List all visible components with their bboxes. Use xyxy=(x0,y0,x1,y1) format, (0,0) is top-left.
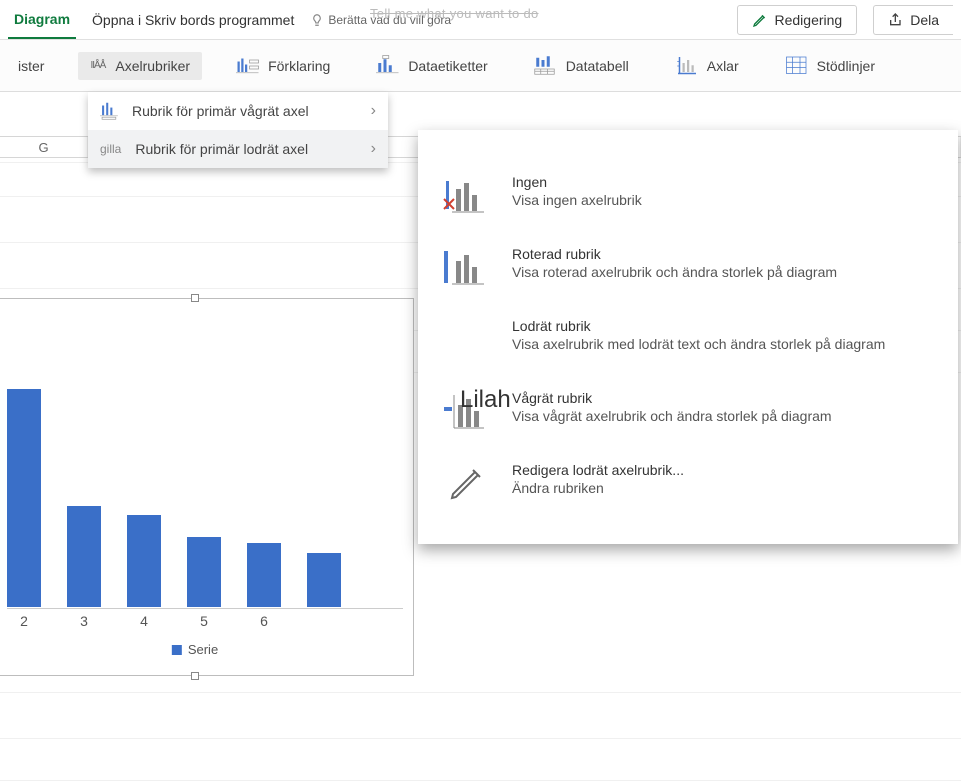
dropdown-primary-vertical[interactable]: gilla Rubrik för primär lodrät axel › xyxy=(88,130,388,168)
axes-label: Axlar xyxy=(707,58,739,74)
open-in-desktop-button[interactable]: Öppna i Skriv bords programmet xyxy=(92,12,294,28)
chart-bar xyxy=(187,537,221,607)
pencil-icon xyxy=(752,12,768,28)
chart-bar xyxy=(307,553,341,607)
submenu-horizontal-title: Vågrät rubrik xyxy=(512,390,832,406)
editing-label: Redigering xyxy=(774,12,842,28)
ribbon-data-table-button[interactable]: Datatabell xyxy=(522,49,641,83)
submenu-none-title: Ingen xyxy=(512,174,642,190)
chart-bar xyxy=(67,506,101,607)
editing-mode-button[interactable]: Redigering xyxy=(737,5,857,35)
x-axis-label: 5 xyxy=(187,613,221,629)
submenu-edit-title-label: Redigera lodrät axelrubrik... xyxy=(512,462,684,478)
chart-bar xyxy=(127,515,161,607)
x-axis-line xyxy=(7,608,403,609)
submenu-vertical[interactable]: Lodrät rubrik Visa axelrubrik med lodrät… xyxy=(436,304,940,376)
axes-icon xyxy=(675,55,699,77)
data-table-icon xyxy=(534,55,558,77)
chart-object[interactable]: 2 3 4 5 6 Serie xyxy=(0,298,414,676)
x-axis-label: 4 xyxy=(127,613,161,629)
ribbon-legend-button[interactable]: Förklaring xyxy=(224,49,342,83)
chevron-right-icon: › xyxy=(371,140,376,158)
legend-swatch xyxy=(172,645,182,655)
x-axis-label: 3 xyxy=(67,613,101,629)
submenu-rotated-title: Roterad rubrik xyxy=(512,246,837,262)
gridlines-icon xyxy=(785,55,809,77)
resize-handle-top[interactable] xyxy=(191,294,199,302)
floating-name-text: Lilah xyxy=(460,386,511,414)
ribbon-data-labels-button[interactable]: Dataetiketter xyxy=(364,49,499,83)
legend-label: Förklaring xyxy=(268,58,330,74)
submenu-edit-title[interactable]: Redigera lodrät axelrubrik... Ändra rubr… xyxy=(436,448,940,520)
pencil-icon xyxy=(446,464,486,504)
data-labels-icon xyxy=(376,55,400,77)
keytip: IIÅÅ xyxy=(90,60,105,71)
share-icon xyxy=(888,12,904,28)
chart-bar xyxy=(7,389,41,607)
horizontal-axis-title-icon xyxy=(100,101,122,121)
chart-legend: Serie xyxy=(172,642,218,657)
share-label: Dela xyxy=(910,12,939,28)
data-table-label: Datatabell xyxy=(566,58,629,74)
phantom-text: Tell me what you want to do xyxy=(370,6,539,21)
x-axis-label: 6 xyxy=(247,613,281,629)
ribbon-axes-button[interactable]: Axlar xyxy=(663,49,751,83)
ribbon-axis-titles-button[interactable]: IIÅÅ Axelrubriker xyxy=(78,52,202,80)
axis-titles-label: Axelrubriker xyxy=(115,58,190,74)
share-button[interactable]: Dela xyxy=(873,5,953,35)
gridlines-label: Stödlinjer xyxy=(817,58,875,74)
legend-icon xyxy=(236,55,260,77)
rotated-title-icon xyxy=(442,247,490,289)
keytip: gilla xyxy=(100,142,121,156)
submenu-none[interactable]: Ingen Visa ingen axelrubrik xyxy=(436,160,940,232)
submenu-edit-desc: Ändra rubriken xyxy=(512,480,684,496)
bulb-icon xyxy=(310,13,324,27)
col-header-g[interactable]: G xyxy=(0,137,88,157)
open-in-desktop-label: Öppna i Skriv bords programmet xyxy=(92,12,294,28)
dropdown-primary-vertical-label: Rubrik för primär lodrät axel xyxy=(135,141,308,157)
submenu-horizontal-desc: Visa vågrät axelrubrik och ändra storlek… xyxy=(512,408,832,424)
dropdown-primary-horizontal-label: Rubrik för primär vågrät axel xyxy=(132,103,309,119)
legend-label: Serie xyxy=(188,642,218,657)
x-axis-label: 2 xyxy=(7,613,41,629)
submenu-rotated-desc: Visa roterad axelrubrik och ändra storle… xyxy=(512,264,837,280)
chart-bars xyxy=(7,389,403,607)
tab-diagram[interactable]: Diagram xyxy=(8,1,76,39)
axis-titles-dropdown: Rubrik för primär vågrät axel › gilla Ru… xyxy=(88,92,388,168)
dropdown-primary-horizontal[interactable]: Rubrik för primär vågrät axel › xyxy=(88,92,388,130)
data-labels-label: Dataetiketter xyxy=(408,58,487,74)
submenu-none-desc: Visa ingen axelrubrik xyxy=(512,192,642,208)
ribbon-gridlines-button[interactable]: Stödlinjer xyxy=(773,49,887,83)
ribbon-truncated-label: ister xyxy=(18,58,44,74)
submenu-vertical-title: Lodrät rubrik xyxy=(512,318,885,334)
submenu-rotated[interactable]: Roterad rubrik Visa roterad axelrubrik o… xyxy=(436,232,940,304)
chart-x-axis: 2 3 4 5 6 xyxy=(7,613,403,629)
submenu-vertical-desc: Visa axelrubrik med lodrät text och ändr… xyxy=(512,336,885,352)
submenu-horizontal[interactable]: Vågrät rubrik Visa vågrät axelrubrik och… xyxy=(436,376,940,448)
chevron-right-icon: › xyxy=(371,102,376,120)
vertical-axis-title-submenu: Ingen Visa ingen axelrubrik Roterad rubr… xyxy=(418,130,958,544)
ribbon-truncated-item[interactable]: ister xyxy=(6,52,56,80)
resize-handle-bottom[interactable] xyxy=(191,672,199,680)
chart-bar xyxy=(247,543,281,607)
none-icon xyxy=(442,175,490,217)
